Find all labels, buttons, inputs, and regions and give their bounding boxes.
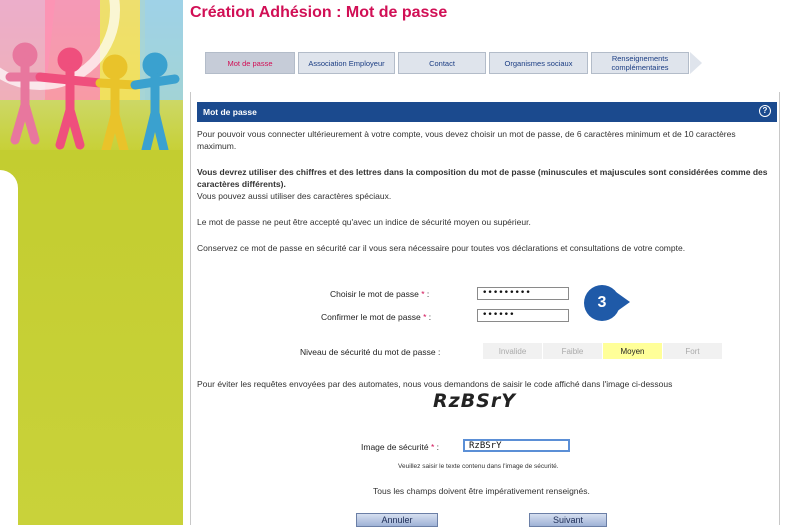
- strength-fort: Fort: [663, 343, 722, 359]
- confirm-password-input[interactable]: ••••••: [477, 309, 569, 322]
- keep-safe-text: Conservez ce mot de passe en sécurité ca…: [197, 243, 686, 253]
- tab-renseignements-complementaires[interactable]: Renseignements complémentaires: [591, 52, 689, 74]
- security-index-text: Le mot de passe ne peut être accepté qu'…: [197, 217, 531, 227]
- question-circle-icon[interactable]: ?: [759, 105, 771, 117]
- tab-mot-de-passe[interactable]: Mot de passe: [205, 52, 295, 74]
- captcha-input[interactable]: RzBSrY: [463, 439, 570, 452]
- step-number-badge: 3: [584, 285, 620, 321]
- section-title: Mot de passe: [203, 107, 257, 117]
- tab-association-employeur[interactable]: Association Employeur: [298, 52, 395, 74]
- required-fields-note: Tous les champs doivent être impérativem…: [373, 486, 590, 496]
- strength-meter: Invalide Faible Moyen Fort: [483, 343, 723, 359]
- chevron-right-icon: [690, 52, 702, 74]
- password-label: Choisir le mot de passe * :: [330, 289, 430, 299]
- captcha-image: RzBSrY: [433, 390, 516, 412]
- captcha-label: Image de sécurité * :: [361, 442, 440, 452]
- people-illustration-icon: [5, 42, 180, 155]
- confirm-password-label: Confirmer le mot de passe * :: [321, 312, 432, 322]
- page-title: Création Adhésion : Mot de passe: [190, 4, 448, 21]
- strength-label: Niveau de sécurité du mot de passe :: [300, 347, 441, 357]
- tab-organismes-sociaux[interactable]: Organismes sociaux: [489, 52, 588, 74]
- password-input[interactable]: •••••••••: [477, 287, 569, 300]
- step-tabs: Mot de passe Association Employeur Conta…: [205, 52, 702, 74]
- intro-text: Pour pouvoir vous connecter ultérieureme…: [197, 129, 736, 151]
- tab-contact[interactable]: Contact: [398, 52, 486, 74]
- decorative-banner: [0, 0, 183, 525]
- strength-invalide: Invalide: [483, 343, 542, 359]
- strength-moyen: Moyen: [603, 343, 662, 359]
- captcha-intro-text: Pour éviter les requêtes envoyées par de…: [197, 379, 673, 389]
- special-chars-text: Vous pouvez aussi utiliser des caractère…: [197, 191, 392, 201]
- captcha-hint: Veuillez saisir le texte contenu dans l'…: [398, 463, 559, 470]
- password-rules-text: Vous devrez utiliser des chiffres et des…: [197, 167, 768, 189]
- section-header: Mot de passe ?: [197, 102, 777, 122]
- strength-faible: Faible: [543, 343, 602, 359]
